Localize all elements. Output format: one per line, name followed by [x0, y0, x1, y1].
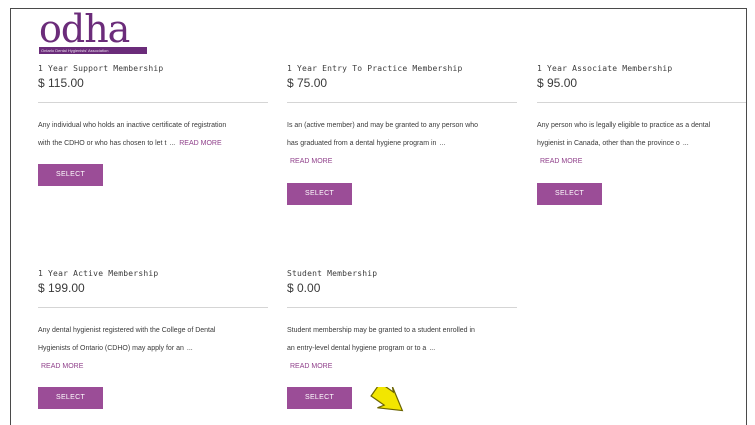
divider — [287, 102, 517, 103]
membership-title: Student Membership — [287, 269, 378, 278]
read-more-link[interactable]: READ MORE — [540, 153, 746, 171]
select-button[interactable]: SELECT — [287, 387, 352, 409]
ellipsis: ... — [682, 140, 689, 147]
divider — [38, 102, 268, 103]
ellipsis: ... — [429, 345, 436, 352]
membership-card-support: 1 Year Support Membership $ 115.00 Any i… — [38, 64, 268, 194]
description-line: Any person who is legally eligible to pr… — [537, 122, 711, 129]
membership-title: 1 Year Active Membership — [38, 269, 159, 278]
description-line: an entry-level dental hygiene program or… — [287, 345, 427, 352]
description-line: Any dental hygienist registered with the… — [38, 327, 216, 334]
ellipsis: ... — [169, 140, 176, 147]
divider — [38, 307, 268, 308]
page-frame: odha Ontario Dental Hygienists' Associat… — [10, 8, 747, 425]
description-line: Is an (active member) and may be granted… — [287, 122, 479, 129]
membership-description: Any person who is legally eligible to pr… — [537, 117, 746, 171]
select-button[interactable]: SELECT — [38, 164, 103, 186]
membership-price: $ 95.00 — [537, 76, 578, 90]
read-more-link[interactable]: READ MORE — [179, 140, 221, 147]
description-line: hygienist in Canada, other than the prov… — [537, 140, 680, 147]
logo-wordmark: odha — [39, 8, 130, 51]
description-line: has graduated from a dental hygiene prog… — [287, 140, 437, 147]
ellipsis: ... — [439, 140, 446, 147]
logo-tagline: Ontario Dental Hygienists' Association — [41, 48, 109, 53]
divider — [287, 307, 517, 308]
description-line-with-ellipsis: an entry-level dental hygiene program or… — [287, 340, 522, 358]
description-line: with the CDHO or who has chosen to let t — [38, 140, 167, 147]
description-line: Student membership may be granted to a s… — [287, 327, 475, 334]
membership-description: Is an (active member) and may be granted… — [287, 117, 522, 171]
divider — [537, 102, 746, 103]
membership-price: $ 115.00 — [38, 76, 84, 90]
membership-title: 1 Year Support Membership — [38, 64, 164, 73]
description-line-with-ellipsis: has graduated from a dental hygiene prog… — [287, 135, 522, 153]
membership-card-active: 1 Year Active Membership $ 199.00 Any de… — [38, 269, 268, 419]
membership-description: Any individual who holds an inactive cer… — [38, 117, 273, 153]
membership-title: 1 Year Entry To Practice Membership — [287, 64, 463, 73]
membership-price: $ 0.00 — [287, 281, 321, 295]
pointer-arrow-icon — [370, 387, 404, 412]
select-button[interactable]: SELECT — [537, 183, 602, 205]
membership-description: Any dental hygienist registered with the… — [38, 322, 273, 376]
description-line-with-ellipsis: hygienist in Canada, other than the prov… — [537, 135, 746, 153]
description-line: Hygienists of Ontario (CDHO) may apply f… — [38, 345, 184, 352]
description-line-with-ellipsis: Hygienists of Ontario (CDHO) may apply f… — [38, 340, 273, 358]
membership-card-entry-to-practice: 1 Year Entry To Practice Membership $ 75… — [287, 64, 517, 214]
odha-logo[interactable]: odha Ontario Dental Hygienists' Associat… — [39, 9, 159, 59]
read-more-link[interactable]: READ MORE — [290, 358, 522, 376]
membership-price: $ 75.00 — [287, 76, 328, 90]
select-button[interactable]: SELECT — [38, 387, 103, 409]
description-line-with-link: with the CDHO or who has chosen to let t… — [38, 135, 273, 153]
membership-description: Student membership may be granted to a s… — [287, 322, 522, 376]
read-more-link[interactable]: READ MORE — [41, 358, 273, 376]
membership-price: $ 199.00 — [38, 281, 85, 295]
select-button[interactable]: SELECT — [287, 183, 352, 205]
membership-title: 1 Year Associate Membership — [537, 64, 673, 73]
read-more-link[interactable]: READ MORE — [290, 153, 522, 171]
membership-card-associate: 1 Year Associate Membership $ 95.00 Any … — [537, 64, 746, 214]
ellipsis: ... — [186, 345, 193, 352]
description-line: Any individual who holds an inactive cer… — [38, 122, 227, 129]
